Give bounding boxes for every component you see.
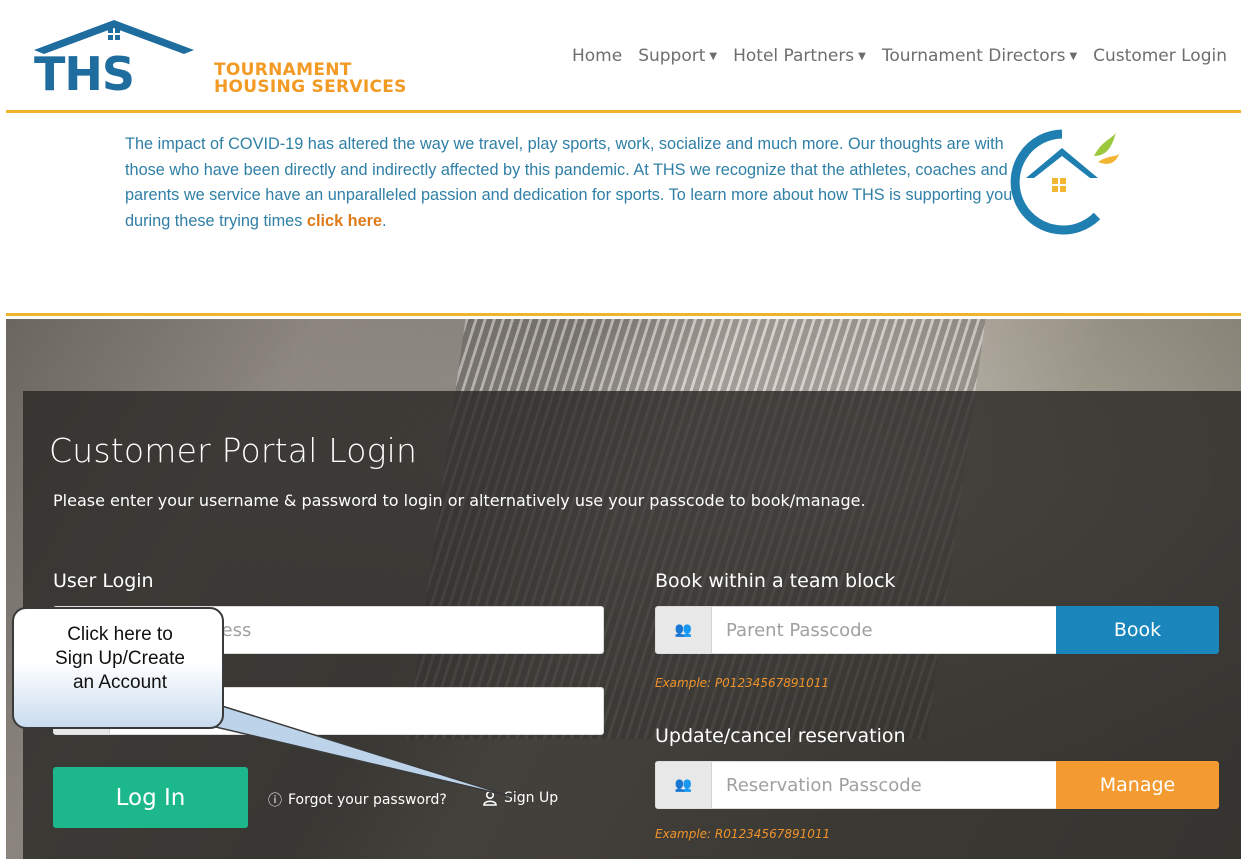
covid-notice: The impact of COVID-19 has altered the w… [6, 116, 1241, 316]
nav-tournament-directors[interactable]: Tournament Directors ▼ [882, 46, 1077, 66]
home-support-icon [1010, 129, 1120, 235]
ths-logo[interactable]: THS TOURNAMENT HOUSING SERVICES [34, 16, 434, 101]
book-button[interactable]: Book [1056, 606, 1219, 654]
forgot-password-label: Forgot your password? [288, 792, 447, 808]
book-heading: Book within a team block [655, 570, 896, 592]
user-login-heading: User Login [53, 570, 154, 592]
notice-period: . [382, 211, 387, 230]
users-icon: 👥 [656, 607, 712, 653]
question-circle-icon: ⓘ [268, 793, 282, 809]
manage-heading: Update/cancel reservation [655, 725, 906, 747]
nav-home-label: Home [571, 46, 623, 66]
parent-passcode-field[interactable]: 👥 [655, 606, 1057, 654]
logo-mark: THS [34, 47, 135, 101]
caret-down-icon: ▼ [1069, 50, 1078, 62]
nav-tournament-directors-label: Tournament Directors [881, 46, 1066, 66]
nav-customer-login[interactable]: Customer Login [1093, 46, 1227, 66]
page: THS TOURNAMENT HOUSING SERVICES Home Sup… [0, 0, 1241, 859]
reservation-passcode-example: Example: R01234567891011 [655, 827, 831, 841]
parent-passcode-example: Example: P01234567891011 [655, 676, 830, 690]
notice-text: The impact of COVID-19 has altered the w… [125, 132, 1025, 234]
nav-support-label: Support [638, 46, 706, 66]
parent-passcode-input[interactable] [726, 607, 1046, 653]
page-title: Customer Portal Login [49, 431, 418, 470]
site-header: THS TOURNAMENT HOUSING SERVICES Home Sup… [6, 6, 1241, 113]
user-icon [483, 790, 497, 806]
nav-hotel-partners-label: Hotel Partners [733, 46, 855, 66]
logo-line-2: HOUSING SERVICES [214, 77, 407, 97]
nav-home[interactable]: Home [572, 46, 622, 66]
login-button[interactable]: Log In [53, 767, 248, 828]
nav-hotel-partners[interactable]: Hotel Partners ▼ [733, 46, 866, 66]
main-nav: Home Support ▼ Hotel Partners ▼ Tournament… [572, 46, 1227, 66]
notice-click-here-link[interactable]: click here [307, 212, 382, 230]
page-subtitle: Please enter your username & password to… [53, 491, 866, 510]
reservation-passcode-field[interactable]: 👥 [655, 761, 1057, 809]
sign-up-callout: Click here to Sign Up/Create an Account [12, 607, 224, 729]
caret-down-icon: ▼ [709, 50, 718, 62]
forgot-password-link[interactable]: ⓘ Forgot your password? [268, 790, 447, 810]
reservation-passcode-input[interactable] [726, 762, 1046, 808]
notice-body: The impact of COVID-19 has altered the w… [125, 135, 1013, 230]
nav-support[interactable]: Support ▼ [638, 46, 717, 66]
caret-down-icon: ▼ [858, 50, 866, 62]
sign-up-label: Sign Up [504, 790, 559, 806]
sign-up-link[interactable]: Sign Up [482, 790, 558, 806]
callout-text: Click here to Sign Up/Create an Account [55, 624, 185, 693]
users-icon: 👥 [656, 762, 712, 808]
logo-wordmark: TOURNAMENT HOUSING SERVICES [214, 62, 407, 96]
nav-customer-login-label: Customer Login [1093, 46, 1227, 66]
manage-button[interactable]: Manage [1056, 761, 1219, 809]
